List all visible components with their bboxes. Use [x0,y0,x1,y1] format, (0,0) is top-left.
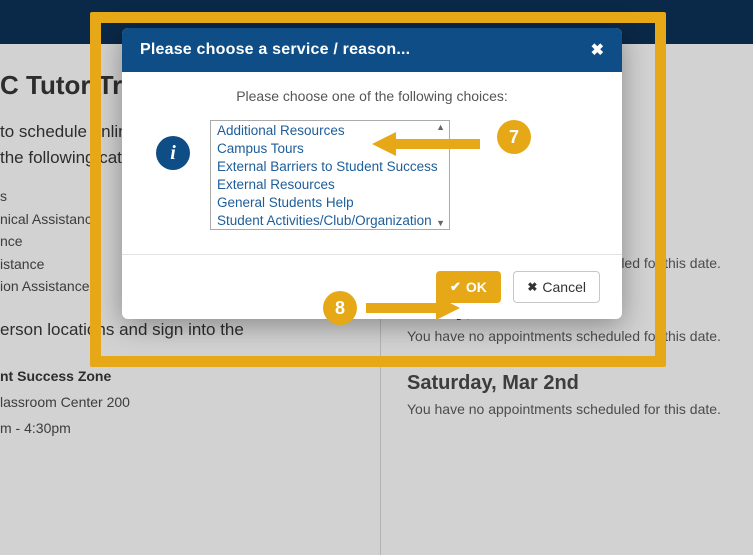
close-icon[interactable]: ✖ [591,40,604,60]
modal-header: Please choose a service / reason... ✖ [122,28,622,72]
modal-body: Please choose one of the following choic… [122,72,622,254]
modal-title: Please choose a service / reason... [140,41,410,59]
select-option[interactable]: Student Activities/Club/Organization [211,211,449,229]
service-reason-modal: Please choose a service / reason... ✖ Pl… [122,28,622,319]
cancel-label: Cancel [542,279,586,295]
select-option[interactable]: External Barriers to Student Success [211,157,449,175]
select-option[interactable]: Additional Resources [211,121,449,139]
select-option[interactable]: External Resources [211,175,449,193]
service-select[interactable]: ▲ Additional Resources Campus Tours Exte… [210,120,450,230]
cancel-button[interactable]: ✖ Cancel [513,271,600,303]
ok-label: OK [466,279,487,295]
check-icon: ✔ [450,279,461,295]
ok-button[interactable]: ✔ OK [436,271,501,303]
x-icon: ✖ [527,280,537,294]
info-icon: i [156,136,190,170]
scroll-down-icon[interactable]: ▼ [436,218,445,228]
select-option[interactable]: Campus Tours [211,139,449,157]
select-option[interactable]: General Students Help [211,193,449,211]
scroll-up-icon[interactable]: ▲ [436,122,445,132]
modal-footer: ✔ OK ✖ Cancel [122,254,622,319]
modal-instruction: Please choose one of the following choic… [146,88,598,104]
